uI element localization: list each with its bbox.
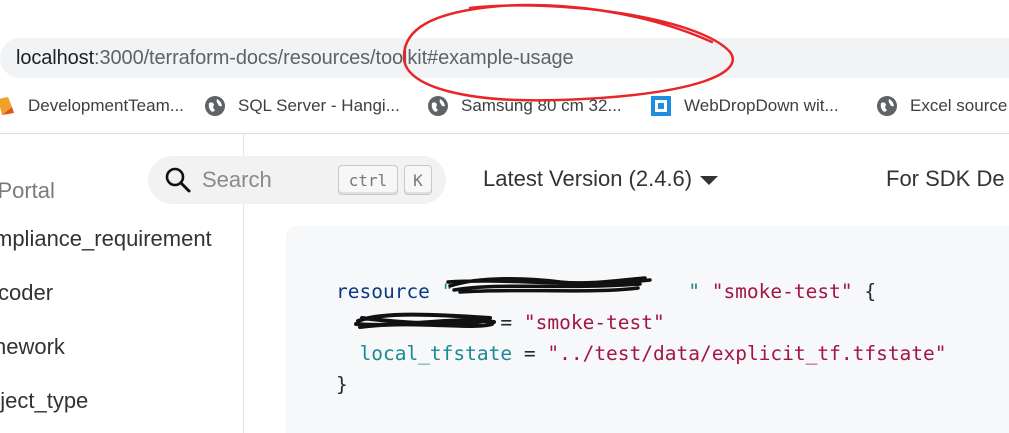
bookmark-sql-server[interactable]: SQL Server - Hangi...	[204, 92, 400, 120]
version-label: Latest Version (2.4.6)	[483, 166, 693, 191]
code-keyword-resource: resource	[336, 280, 430, 303]
sidebar-item-nework[interactable]: nework	[0, 334, 65, 360]
code-attr-local-tfstate: local_tfstate	[359, 342, 513, 365]
sidebar-item-compliance-requirement[interactable]: mpliance_requirement	[0, 226, 212, 252]
bookmark-label: Excel source	[910, 96, 1008, 115]
code-equals: =	[523, 342, 536, 365]
globe-icon	[204, 95, 226, 117]
code-open-brace: {	[864, 280, 877, 303]
url-path: :3000/terraform-docs/resources/toolkit#e…	[94, 47, 574, 69]
bookmark-favicon-icon	[650, 95, 672, 117]
code-close-brace: }	[336, 373, 348, 396]
sdk-developers-link[interactable]: For SDK De	[886, 166, 1005, 192]
bookmarks-bar: DevelopmentTeam... SQL Server - Hangi...…	[0, 92, 1009, 120]
bookmark-label: SQL Server - Hangi...	[238, 96, 400, 115]
sidebar-item-coder[interactable]: coder	[0, 280, 53, 306]
bookmark-favicon-icon	[0, 95, 16, 117]
code-value-smoke-test: "smoke-test"	[523, 311, 665, 334]
bookmark-webdropdown[interactable]: WebDropDown wit...	[650, 92, 839, 120]
code-equals: =	[500, 311, 513, 334]
bookmark-label: WebDropDown wit...	[684, 96, 839, 115]
version-dropdown[interactable]: Latest Version (2.4.6)	[483, 166, 719, 192]
chevron-down-icon	[700, 175, 719, 185]
sidebar-portal-label[interactable]: r Portal	[0, 178, 55, 204]
code-resource-type: " "	[441, 280, 700, 303]
bookmark-label: DevelopmentTeam...	[28, 96, 184, 115]
url-host: localhost	[16, 47, 95, 69]
bookmark-development-team[interactable]: DevelopmentTeam...	[0, 92, 184, 120]
search-icon	[164, 166, 192, 199]
search-placeholder: Search	[202, 167, 272, 192]
code-value-tfstate-path: "../test/data/explicit_tf.tfstate"	[547, 342, 947, 365]
search-shortcut-ctrl-key: ctrl	[338, 165, 398, 195]
url-text[interactable]: localhost:3000/terraform-docs/resources/…	[16, 47, 574, 70]
globe-icon	[427, 95, 449, 117]
search-shortcut-k-key: K	[404, 165, 432, 195]
sidebar-item-object-type[interactable]: oject_type	[0, 388, 88, 414]
code-resource-name: "smoke-test"	[711, 280, 853, 303]
bookmark-samsung[interactable]: Samsung 80 cm 32...	[427, 92, 622, 120]
search-box[interactable]: Search ctrl K	[148, 156, 446, 204]
bookmark-label: Samsung 80 cm 32...	[461, 96, 622, 115]
globe-icon	[876, 95, 898, 117]
terraform-code: resource " " "smoke-test" { = "smoke-tes…	[336, 276, 947, 400]
bookmark-excel-source[interactable]: Excel source	[876, 92, 1007, 120]
